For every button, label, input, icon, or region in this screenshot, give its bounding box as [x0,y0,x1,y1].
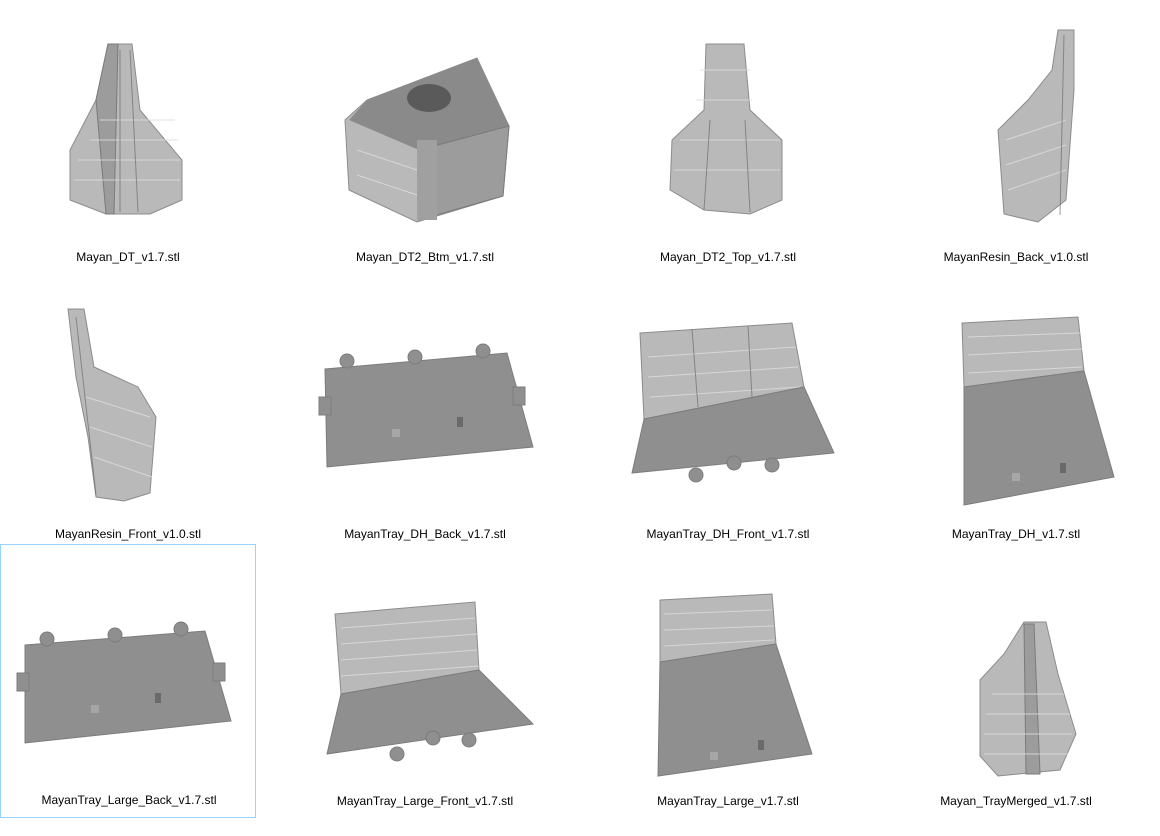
file-thumbnail-grid: Mayan_DT_v1.7.stl Mayan_DT2_Btm_v1.7.stl [0,0,1160,836]
file-item[interactable]: MayanResin_Front_v1.0.stl [0,277,256,551]
temple-base-icon [344,57,510,223]
stl-thumbnail [1,545,257,785]
file-item[interactable]: MayanTray_DH_Back_v1.7.stl [297,277,553,551]
stair-wall-icon [997,29,1075,223]
stl-thumbnail [297,0,553,240]
puzzle-tray-icon [16,621,232,744]
stl-thumbnail [888,0,1144,240]
tray-with-stairs-icon [961,316,1115,506]
file-name: MayanResin_Front_v1.0.stl [54,527,202,541]
pyramid-top-icon [669,43,783,215]
tray-with-stairs-icon [631,322,835,483]
file-item[interactable]: MayanResin_Back_v1.0.stl [888,0,1144,274]
file-item[interactable]: Mayan_DT2_Btm_v1.7.stl [297,0,553,274]
stl-thumbnail [0,0,256,240]
file-item[interactable]: Mayan_DT_v1.7.stl [0,0,256,274]
file-name: MayanTray_DH_Back_v1.7.stl [344,527,506,541]
file-name: MayanTray_DH_Front_v1.7.stl [646,527,810,541]
file-name: MayanTray_Large_v1.7.stl [657,794,799,808]
file-name: Mayan_DT2_Top_v1.7.stl [659,250,797,264]
file-item[interactable]: MayanTray_Large_v1.7.stl [600,544,856,818]
file-item[interactable]: MayanTray_DH_Front_v1.7.stl [600,277,856,551]
stl-thumbnail [297,544,553,784]
file-name: Mayan_TrayMerged_v1.7.stl [940,794,1092,808]
stl-thumbnail [888,277,1144,517]
file-item[interactable]: MayanTray_Large_Front_v1.7.stl [297,544,553,818]
file-item[interactable]: MayanTray_DH_v1.7.stl [888,277,1144,551]
stl-thumbnail [297,277,553,517]
pyramid-icon [69,43,183,215]
stl-thumbnail [888,544,1144,784]
pyramid-top-icon [600,0,856,240]
tray-with-stairs-icon [657,593,813,777]
stl-thumbnail [600,277,856,517]
file-name: MayanResin_Back_v1.0.stl [943,250,1089,264]
tray-with-stairs-icon [326,601,535,762]
file-name: MayanTray_DH_v1.7.stl [951,527,1081,541]
file-name: MayanTray_Large_Front_v1.7.stl [336,794,514,808]
stl-thumbnail [0,277,256,517]
file-name: MayanTray_Large_Back_v1.7.stl [41,793,217,807]
file-item[interactable]: Mayan_TrayMerged_v1.7.stl [888,544,1144,818]
puzzle-tray-icon [318,343,534,468]
file-name: Mayan_DT_v1.7.stl [76,250,180,264]
file-item[interactable]: Mayan_DT2_Top_v1.7.stl [600,0,856,274]
pyramid-icon [979,621,1077,777]
stl-thumbnail [600,544,856,784]
file-name: Mayan_DT2_Btm_v1.7.stl [355,250,495,264]
stair-wall-icon [67,308,157,502]
file-item-selected[interactable]: MayanTray_Large_Back_v1.7.stl [0,544,256,818]
